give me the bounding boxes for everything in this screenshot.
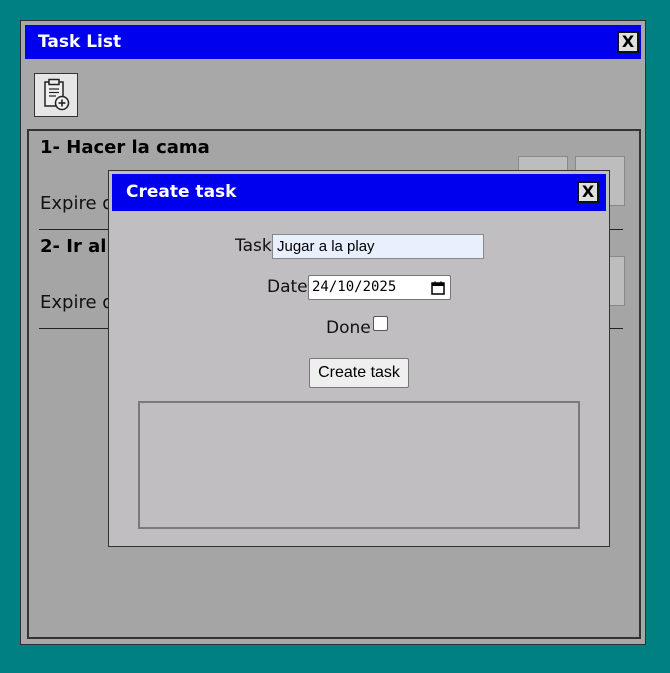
date-value: 24/10/2025 xyxy=(312,279,397,295)
add-task-button[interactable] xyxy=(34,73,78,117)
task-title: 1- Hacer la cama xyxy=(40,137,210,158)
create-task-dialog: Create task X Task Jugar a la play Date … xyxy=(108,170,610,547)
window-title: Task List xyxy=(38,32,122,52)
window-close-button[interactable]: X xyxy=(617,31,639,53)
dialog-close-button[interactable]: X xyxy=(577,181,599,203)
date-label: Date xyxy=(267,277,308,297)
create-task-button[interactable]: Create task xyxy=(309,358,409,388)
dialog-titlebar: Create task xyxy=(112,174,606,211)
task-label: Task xyxy=(235,236,272,256)
done-label: Done xyxy=(326,318,371,338)
clipboard-add-icon xyxy=(44,78,70,111)
task-input[interactable]: Jugar a la play xyxy=(272,234,484,259)
date-input[interactable]: 24/10/2025 xyxy=(308,275,451,300)
task-expire-text: Expire d xyxy=(40,193,114,214)
dialog-title: Create task xyxy=(126,182,237,202)
window-titlebar: Task List xyxy=(25,25,641,59)
done-checkbox[interactable] xyxy=(373,316,388,331)
message-area xyxy=(138,401,580,529)
task-expire-text: Expire d xyxy=(40,292,114,313)
calendar-icon[interactable] xyxy=(431,281,445,295)
